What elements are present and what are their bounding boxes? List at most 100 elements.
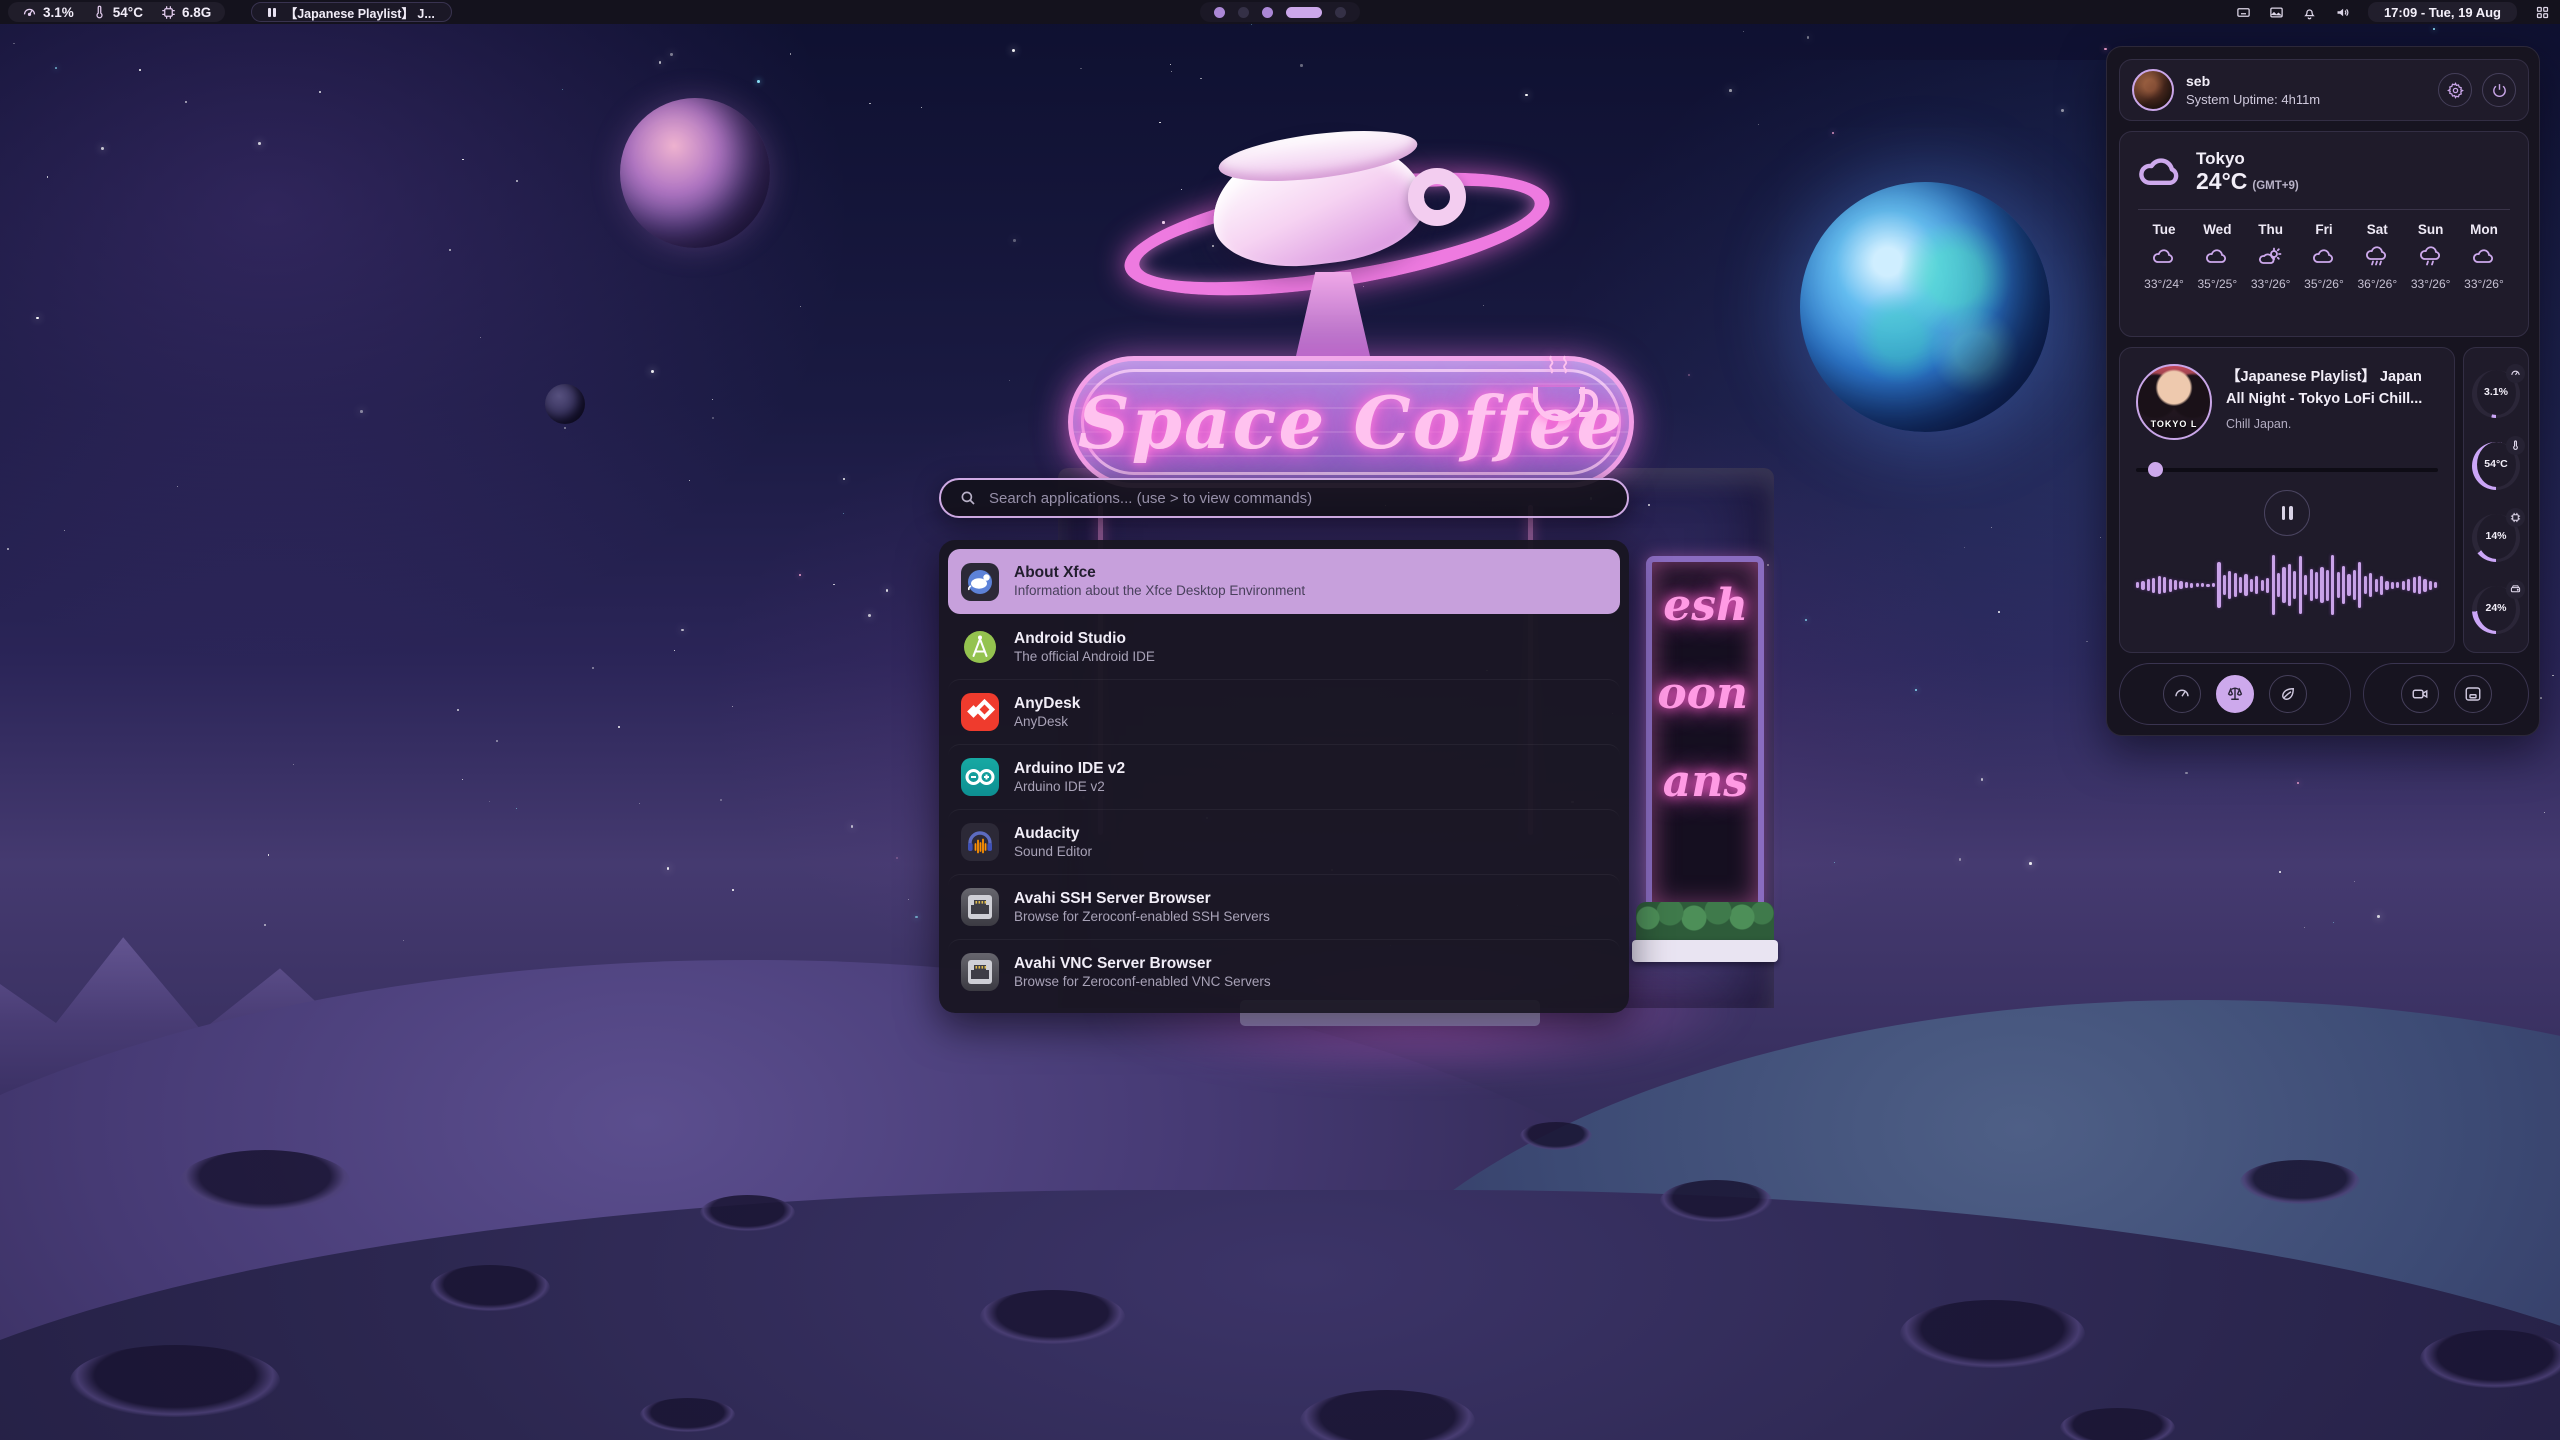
top-bar: 3.1% 54°C 6.8G 【Japanese Playlist】 J... … (0, 0, 2560, 24)
workspace-dot[interactable] (1286, 7, 1322, 18)
purple-planet (620, 98, 770, 248)
cloud-icon (2471, 246, 2497, 268)
forecast-day: Fri 35°/26° (2298, 222, 2350, 291)
search-input[interactable] (989, 490, 1609, 507)
now-playing-pill[interactable]: 【Japanese Playlist】 J... (251, 2, 452, 22)
crater (2240, 1160, 2360, 1204)
search-icon (959, 489, 977, 507)
user-texts: seb System Uptime: 4h11m (2186, 73, 2320, 107)
music-info: TOKYO L 【Japanese Playlist】 Japan All Ni… (2136, 364, 2438, 440)
app-description: The official Android IDE (1014, 650, 1155, 665)
arduino-icon (961, 758, 999, 796)
crater (640, 1398, 735, 1432)
anydesk-icon (961, 693, 999, 731)
forecast-day: Sat 36°/26° (2351, 222, 2403, 291)
performance-profile-button[interactable] (2163, 675, 2201, 713)
launcher-search-bar[interactable] (939, 478, 1629, 518)
app-row-android-studio[interactable]: Android Studio The official Android IDE (948, 614, 1620, 679)
music-texts: 【Japanese Playlist】 Japan All Night - To… (2226, 364, 2422, 440)
screenshot-button[interactable] (2454, 675, 2492, 713)
speedometer-icon (2506, 364, 2525, 383)
system-gauges-card: 3.1% 54°C 14% 24% (2463, 347, 2529, 653)
hedge (1636, 902, 1774, 942)
seek-knob[interactable] (2148, 462, 2163, 477)
notification-bell-icon[interactable] (2302, 4, 2318, 20)
app-row-avahi-ssh[interactable]: Avahi SSH Server Browser Browse for Zero… (948, 874, 1620, 939)
power-button[interactable] (2482, 73, 2516, 107)
crater (2420, 1330, 2560, 1388)
screen-record-button[interactable] (2401, 675, 2439, 713)
forecast-day: Thu 33°/26° (2245, 222, 2297, 291)
app-row-avahi-vnc[interactable]: Avahi VNC Server Browser Browse for Zero… (948, 939, 1620, 1004)
app-row-anydesk[interactable]: AnyDesk AnyDesk (948, 679, 1620, 744)
thermometer-icon (2506, 436, 2525, 455)
workspace-indicator[interactable] (1200, 2, 1360, 22)
power-saver-profile-button[interactable] (2269, 675, 2307, 713)
seek-bar[interactable] (2136, 462, 2438, 476)
rain-cloud-icon (2418, 246, 2444, 268)
scales-icon (2226, 685, 2244, 703)
workspace-dot[interactable] (1262, 7, 1273, 18)
wallpaper-icon[interactable] (2269, 4, 2285, 20)
network-port-icon (961, 953, 999, 991)
gear-icon (2447, 82, 2464, 99)
weather-timezone: (GMT+9) (2252, 180, 2298, 192)
app-name: AnyDesk (1014, 695, 1080, 712)
app-name: Avahi VNC Server Browser (1014, 955, 1271, 972)
album-caption: TOKYO L (2138, 419, 2210, 429)
window-neon-text: oon (1652, 650, 1758, 738)
app-row-about-xfce[interactable]: About Xfce Information about the Xfce De… (948, 549, 1620, 614)
crater (2060, 1408, 2175, 1440)
clock[interactable]: 17:09 - Tue, 19 Aug (2368, 2, 2517, 22)
app-description: Browse for Zeroconf-enabled SSH Servers (1014, 910, 1270, 925)
weather-temperature: 24°C (2196, 168, 2247, 194)
app-launcher: About Xfce Information about the Xfce De… (939, 478, 1629, 1013)
app-texts: Avahi SSH Server Browser Browse for Zero… (1014, 890, 1270, 925)
disk-icon (2506, 580, 2525, 599)
screenshot-icon (2464, 685, 2482, 703)
sidebar-panel: seb System Uptime: 4h11m Tokyo 24°C(GMT+… (2106, 46, 2540, 736)
seek-track (2136, 468, 2438, 472)
forecast-day: Mon 33°/26° (2458, 222, 2510, 291)
planter-box (1632, 940, 1778, 962)
volume-icon[interactable] (2335, 4, 2351, 20)
crater (700, 1195, 795, 1231)
android-studio-icon (961, 628, 999, 666)
pause-button[interactable] (2264, 490, 2310, 536)
app-name: Arduino IDE v2 (1014, 760, 1125, 777)
rain-cloud-icon (2364, 246, 2390, 268)
sun-cloud-icon (2258, 246, 2284, 268)
gauge-value: 3.1% (2484, 386, 2508, 398)
weather-card: Tokyo 24°C(GMT+9) Tue 33°/24° Wed 35°/25… (2119, 131, 2529, 337)
gauge-value: 14% (2485, 530, 2506, 542)
app-name: Avahi SSH Server Browser (1014, 890, 1270, 907)
xfce-mouse-icon (961, 563, 999, 601)
music-player-card: TOKYO L 【Japanese Playlist】 Japan All Ni… (2119, 347, 2455, 653)
app-row-audacity[interactable]: Audacity Sound Editor (948, 809, 1620, 874)
cpu-usage-stat: 3.1% (22, 5, 74, 20)
forecast-day: Wed 35°/25° (2191, 222, 2243, 291)
forecast-row: Tue 33°/24° Wed 35°/25° Thu 33°/26° Fri … (2138, 222, 2510, 291)
keyboard-layout-icon[interactable] (2236, 4, 2252, 20)
power-profile-group (2119, 663, 2351, 725)
crater (1660, 1180, 1772, 1222)
app-row-arduino[interactable]: Arduino IDE v2 Arduino IDE v2 (948, 744, 1620, 809)
memory-value: 6.8G (182, 5, 211, 20)
forecast-day: Tue 33°/24° (2138, 222, 2190, 291)
balanced-profile-button[interactable] (2216, 675, 2254, 713)
app-texts: Android Studio The official Android IDE (1014, 630, 1155, 665)
temperature-gauge: 54°C (2471, 436, 2521, 492)
memory-stat: 6.8G (161, 5, 211, 20)
workspace-dot[interactable] (1335, 7, 1346, 18)
settings-button[interactable] (2438, 73, 2472, 107)
leaf-icon (2279, 685, 2297, 703)
workspace-dot[interactable] (1238, 7, 1249, 18)
overview-grid-icon[interactable] (2534, 4, 2550, 20)
disk-gauge: 24% (2471, 580, 2521, 636)
app-texts: Audacity Sound Editor (1014, 825, 1092, 860)
launcher-results: About Xfce Information about the Xfce De… (939, 540, 1629, 1013)
audio-visualizer (2136, 548, 2438, 622)
app-description: Sound Editor (1014, 845, 1092, 860)
workspace-dot[interactable] (1214, 7, 1225, 18)
crater (70, 1345, 280, 1417)
